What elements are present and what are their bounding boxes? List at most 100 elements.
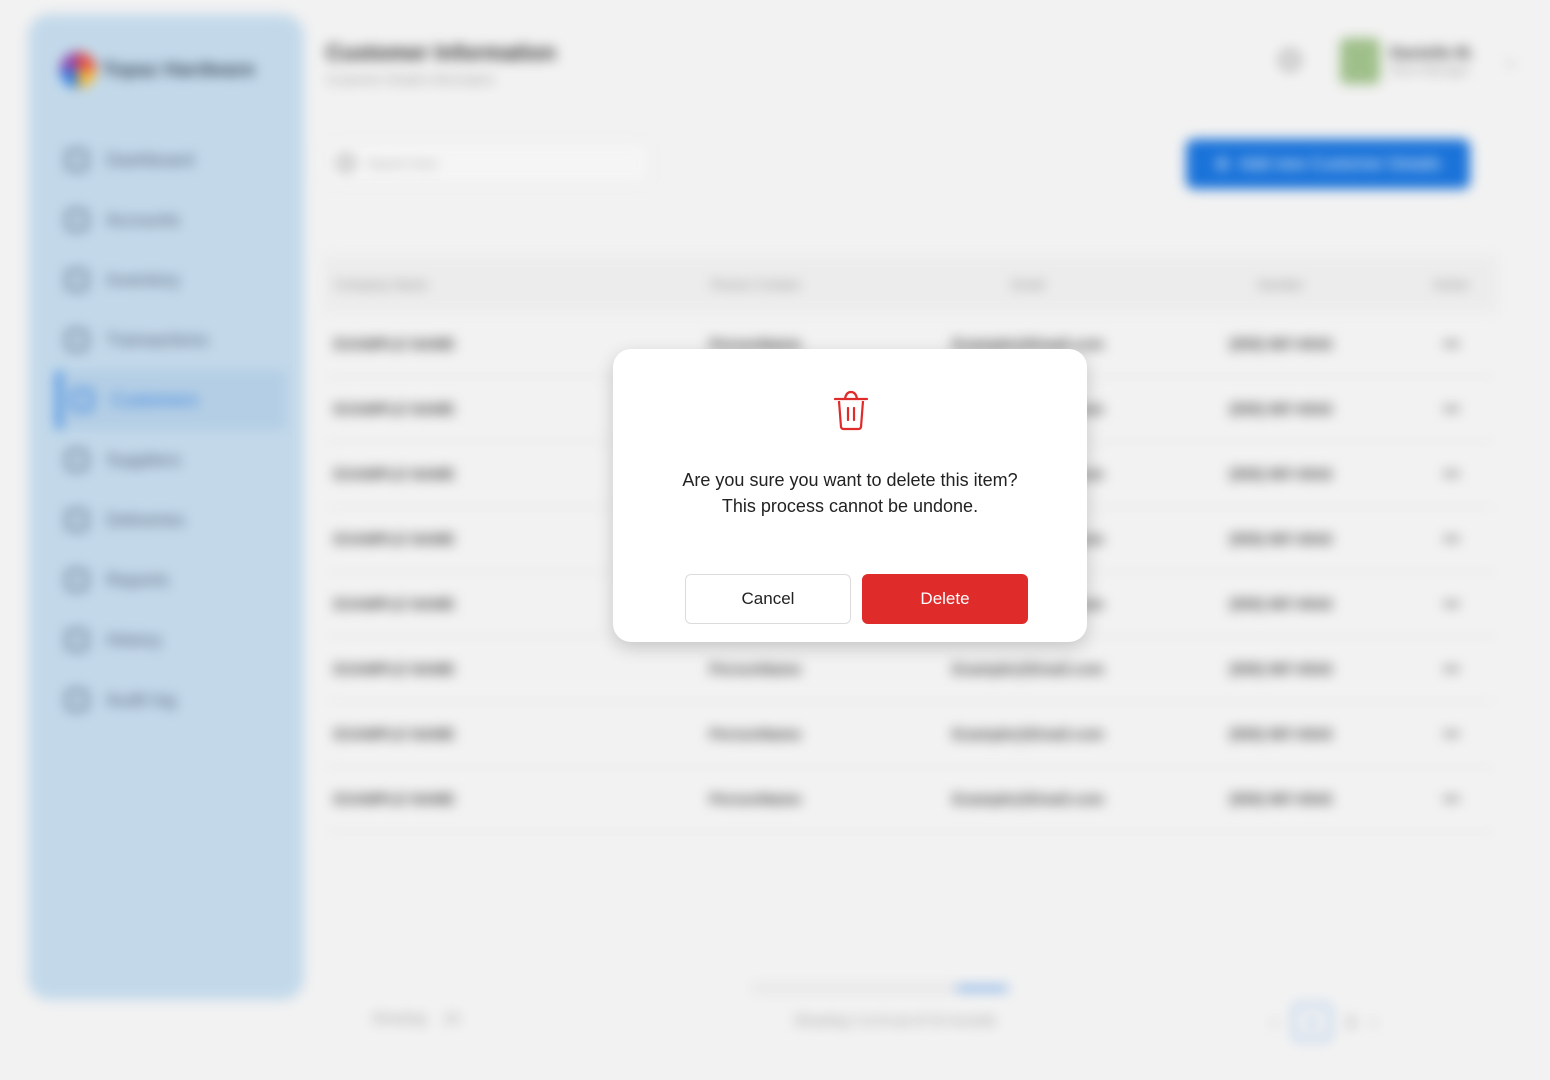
table-cell: EXAMPLE NAME (334, 400, 455, 418)
dialog-message: Are you sure you want to delete this ite… (613, 467, 1087, 519)
search-icon (337, 154, 355, 172)
table-cell: (555) 987-6543 (1229, 400, 1333, 418)
sidebar-item-suppliers[interactable]: Suppliers (56, 430, 286, 490)
add-customer-button[interactable]: ⊕ Add new Customer Details (1186, 139, 1470, 189)
brand-logo-icon (60, 52, 96, 88)
sidebar-item-label: Accounts (106, 209, 181, 230)
search-input[interactable]: Search here (326, 142, 650, 184)
row-actions-button[interactable]: ••• (1405, 401, 1498, 418)
table-cell: PersonName (709, 660, 802, 678)
sidebar-item-label: Transactions (106, 329, 209, 350)
user-name: Danielle M. (1390, 45, 1474, 62)
sidebar-item-dashboard[interactable]: Dashboard (56, 130, 286, 190)
sidebar-item-transactions[interactable]: Transactions (56, 310, 286, 370)
table-cell: EXAMPLE NAME (334, 595, 455, 613)
column-header: Email (1011, 276, 1045, 292)
sidebar-item-history[interactable]: History (56, 610, 286, 670)
sidebar-item-accounts[interactable]: Accounts (56, 190, 286, 250)
showing-label: Showing (372, 1010, 426, 1026)
table-row: EXAMPLE NAME PersonName Example@Email.com (… (324, 702, 1498, 767)
table-cell: (555) 987-6543 (1229, 660, 1333, 678)
audit-log-icon (66, 689, 88, 711)
page-button[interactable]: 2 (1347, 1014, 1355, 1031)
table-cell: (555) 987-6543 (1229, 595, 1333, 613)
trash-icon (833, 390, 869, 431)
sidebar-item-customers[interactable]: Customers (56, 370, 286, 430)
add-icon: ⊕ (1215, 154, 1230, 173)
page-subtitle: Customer Details Information (326, 72, 495, 87)
bell-icon[interactable] (1280, 50, 1300, 70)
sidebar-item-label: Customers (111, 389, 199, 410)
row-actions-button[interactable]: ••• (1405, 596, 1498, 613)
pagination: ‹ 1 2 › (1272, 1004, 1376, 1040)
page-size-selector[interactable]: Showing 10 (372, 1010, 459, 1026)
horizontal-scrollbar[interactable] (752, 986, 1008, 991)
table-cell: (555) 987-6543 (1229, 530, 1333, 548)
delete-button[interactable]: Delete (862, 574, 1028, 624)
sidebar-item-inventory[interactable]: Inventory (56, 250, 286, 310)
row-actions-button[interactable]: ••• (1405, 661, 1498, 678)
table-cell: EXAMPLE NAME (334, 660, 455, 678)
cancel-button[interactable]: Cancel (685, 574, 851, 624)
customers-icon (71, 389, 93, 411)
sidebar-item-label: Dashboard (106, 149, 195, 170)
column-header: Action (1433, 276, 1470, 292)
row-actions-button[interactable]: ••• (1405, 726, 1498, 743)
delete-confirmation-dialog: Are you sure you want to delete this ite… (613, 349, 1087, 642)
row-actions-button[interactable]: ••• (1405, 336, 1498, 353)
sidebar-item-label: Deliveries (106, 509, 186, 530)
dashboard-icon (66, 149, 88, 171)
row-actions-button[interactable]: ••• (1405, 466, 1498, 483)
row-actions-button[interactable]: ••• (1405, 531, 1498, 548)
history-icon (66, 629, 88, 651)
column-header: Number (1257, 276, 1304, 292)
table-cell: Example@Email.com (952, 790, 1104, 808)
table-cell: (555) 987-6543 (1229, 790, 1333, 808)
chevron-down-icon[interactable]: ⌄ (1504, 51, 1517, 71)
table-cell: (555) 987-6543 (1229, 335, 1333, 353)
next-page-button[interactable]: › (1371, 1014, 1376, 1031)
table-cell: PersonName (709, 790, 802, 808)
prev-page-button[interactable]: ‹ (1272, 1014, 1277, 1031)
table-cell: EXAMPLE NAME (334, 530, 455, 548)
sidebar-item-label: History (106, 629, 163, 650)
page-title: Customer Information (326, 40, 556, 65)
row-actions-button[interactable]: ••• (1405, 791, 1498, 808)
table-cell: EXAMPLE NAME (334, 725, 455, 743)
reports-icon (66, 569, 88, 591)
sidebar-item-label: Audit log (106, 689, 177, 710)
sidebar-item-label: Reports (106, 569, 170, 590)
add-customer-button-label: Add new Customer Details (1239, 154, 1441, 173)
page-button-current[interactable]: 1 (1293, 1004, 1331, 1040)
table-cell: EXAMPLE NAME (334, 335, 455, 353)
table-cell: PersonName (709, 725, 802, 743)
sidebar-item-label: Suppliers (106, 449, 182, 470)
sidebar-item-deliveries[interactable]: Deliveries (56, 490, 286, 550)
sidebar: Topaz Hardware Dashboard Accounts Invent… (28, 14, 304, 1000)
table-cell: Example@Email.com (952, 660, 1104, 678)
deliveries-icon (66, 509, 88, 531)
sidebar-item-reports[interactable]: Reports (56, 550, 286, 610)
table-header: Company Name Person Contact Email Number… (324, 256, 1498, 312)
page-size-value[interactable]: 10 (444, 1010, 460, 1026)
brand: Topaz Hardware (60, 52, 255, 88)
table-row: EXAMPLE NAME PersonName Example@Email.com (… (324, 637, 1498, 702)
records-summary: Showing 1 to 8 out of 10 records (794, 1012, 996, 1028)
dialog-message-line-2: This process cannot be undone. (721, 496, 979, 516)
avatar (1340, 38, 1380, 84)
table-cell: (555) 987-6543 (1229, 465, 1333, 483)
sidebar-item-audit-log[interactable]: Audit log (56, 670, 286, 730)
column-header[interactable]: Company Name (324, 277, 612, 292)
inventory-icon (66, 269, 88, 291)
table-row: EXAMPLE NAME PersonName Example@Email.com (… (324, 767, 1498, 832)
user-menu[interactable]: Danielle M. Store Manager ⌄ (1340, 38, 1517, 84)
user-role: Store Manager (1390, 63, 1470, 77)
brand-name: Topaz Hardware (102, 58, 255, 81)
table-cell: Example@Email.com (952, 725, 1104, 743)
scrollbar-thumb[interactable] (956, 986, 1008, 991)
accounts-icon (66, 209, 88, 231)
suppliers-icon (66, 449, 88, 471)
search-placeholder: Search here (367, 155, 438, 171)
column-header: Person Contact (710, 276, 801, 292)
sidebar-nav: Dashboard Accounts Inventory Transaction… (56, 130, 286, 730)
